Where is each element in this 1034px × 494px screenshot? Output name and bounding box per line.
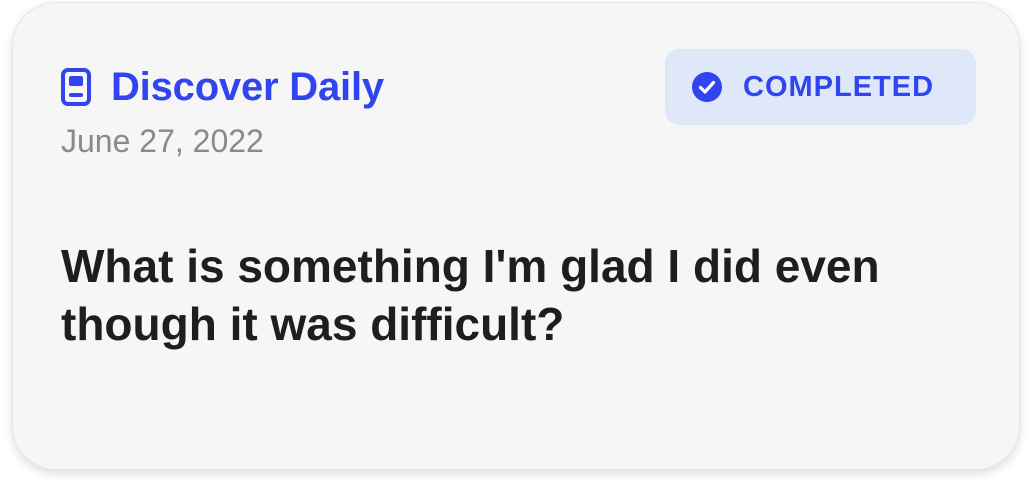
discover-daily-card[interactable]: Discover Daily June 27, 2022 COMPLETED W… bbox=[12, 2, 1020, 470]
journal-prompt: What is something I'm glad I did even th… bbox=[61, 240, 880, 350]
status-label: COMPLETED bbox=[743, 70, 935, 103]
card-header: Discover Daily bbox=[61, 63, 384, 111]
book-icon bbox=[61, 68, 91, 106]
card-title: Discover Daily bbox=[111, 65, 384, 109]
card-date: June 27, 2022 bbox=[61, 123, 264, 159]
status-badge: COMPLETED bbox=[665, 49, 976, 125]
check-circle-icon bbox=[691, 71, 723, 103]
